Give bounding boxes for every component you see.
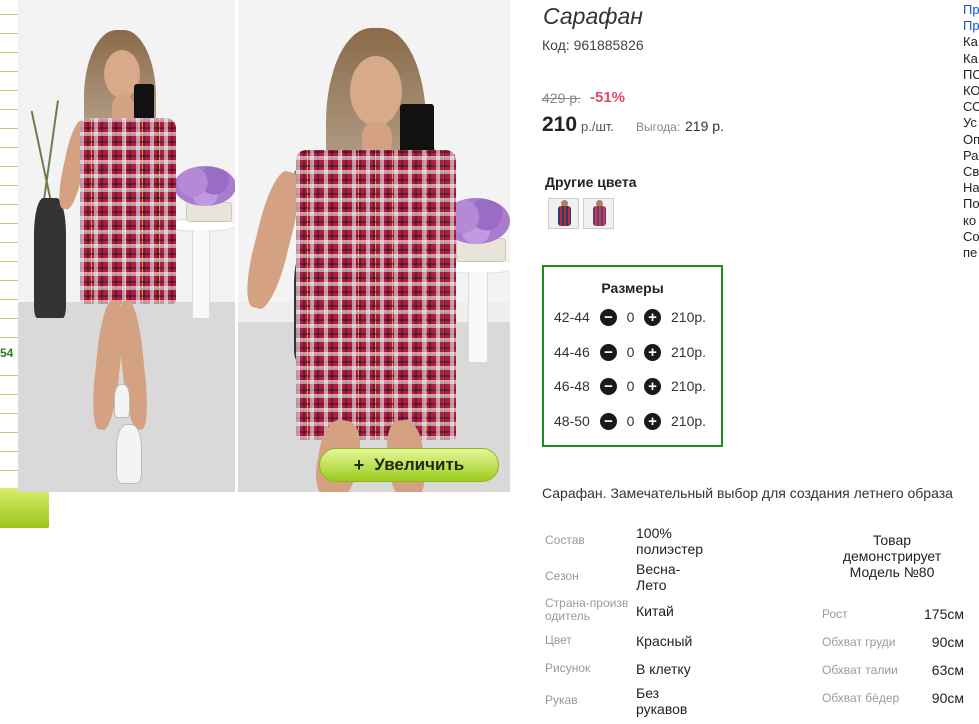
product-title: Сарафан [543,3,643,29]
size-label: 44-46 [554,344,590,360]
size-quantity: 0 [626,309,635,325]
right-sidebar-item: Св [963,164,979,180]
plus-icon[interactable]: + [644,377,661,395]
size-row: 48-50 − 0 + 210р. [554,411,706,431]
price-unit: р./шт. [581,119,615,134]
product-description: Сарафан. Замечательный выбор для создани… [542,485,953,501]
right-sidebar-link[interactable]: Пр [963,18,979,34]
sizes-panel: Размеры 42-44 − 0 + 210р. 44-46 − 0 + 21… [542,265,723,447]
product-photo-2[interactable] [238,0,510,492]
size-price: 210р. [671,413,707,429]
plus-icon[interactable]: + [644,412,661,430]
size-quantity: 0 [626,378,635,394]
other-colors-title: Другие цвета [545,174,637,190]
right-sidebar-item: Ус [963,115,977,131]
right-sidebar-item: Ка [963,50,978,66]
savings-value: 219 р. [685,118,724,134]
attr-label-sleeve: Рукав [545,693,578,707]
right-sidebar-item: КО [963,83,979,99]
size-label: 42-44 [554,309,590,325]
attr-value-pattern: В клетку [636,661,691,677]
size-price: 210р. [671,309,707,325]
size-label: 46-48 [554,378,590,394]
size-row: 44-46 − 0 + 210р. [554,342,706,362]
attr-label-pattern: Рисунок [545,661,591,675]
left-sidebar-strip [0,0,18,492]
attr-label-country: Страна-производитель [545,596,629,623]
color-swatch-2[interactable] [583,198,614,229]
measure-value-chest: 90см [931,634,964,650]
attr-label-season: Сезон [545,569,579,583]
measure-label-waist: Обхват талии [822,663,898,677]
measure-value-waist: 63см [931,662,964,678]
product-code: Код: 961885826 [542,37,644,53]
color-swatch-1[interactable] [548,198,579,229]
measure-label-hips: Обхват бёдер [822,691,900,705]
size-price: 210р. [671,344,707,360]
plus-icon[interactable]: + [644,343,661,361]
attr-value-country: Китай [636,603,674,619]
right-sidebar-item: пе [963,245,978,261]
size-price: 210р. [671,378,707,394]
current-price: 210 [542,113,578,136]
right-sidebar-link[interactable]: Пр [963,2,979,18]
attr-label-color: Цвет [545,633,572,647]
sizes-title: Размеры [601,280,664,296]
right-sidebar-item: ПО [963,66,979,82]
right-sidebar-item: На [963,180,979,196]
attr-value-sleeve: Без рукавов [636,685,688,717]
plus-icon: + [353,454,365,475]
size-row: 42-44 − 0 + 210р. [554,307,706,327]
right-sidebar-item: По [963,196,979,212]
right-sidebar-item: СО [963,99,979,115]
discount-badge: -51% [590,89,626,106]
measure-value-height: 175см [924,606,964,622]
measure-value-hips: 90см [931,690,964,706]
minus-icon[interactable]: − [600,343,617,361]
attr-value-season: Весна-Лето [636,561,681,593]
zoom-button-label: Увеличить [374,455,465,474]
left-green-button[interactable] [0,488,49,528]
minus-icon[interactable]: − [600,308,617,326]
right-sidebar-item: ко [963,212,977,228]
model-title: Товар демонстрирует Модель №80 [842,532,942,580]
attr-label-composition: Состав [545,533,585,547]
product-photo-1[interactable] [18,0,235,492]
right-sidebar-item: Со [963,228,979,244]
savings-label: Выгода: [636,120,681,134]
right-sidebar-item: Оп [963,131,979,147]
measure-label-height: Рост [822,607,848,621]
measure-label-chest: Обхват груди [822,635,896,649]
size-label: 48-50 [554,413,590,429]
minus-icon[interactable]: − [600,412,617,430]
left-partial-number: 54 [0,346,14,360]
attr-value-color: Красный [636,633,693,649]
product-code-value: 961885826 [573,37,644,53]
right-sidebar-list: Пр Пр Ка Ка ПО КО СО Ус Оп Ра Св На По к… [963,2,979,261]
size-quantity: 0 [626,413,635,429]
product-code-label: Код: [542,37,570,53]
size-quantity: 0 [626,344,635,360]
plus-icon[interactable]: + [644,308,661,326]
right-sidebar-item: Ра [963,147,979,163]
old-price: 429 р. [542,90,581,106]
minus-icon[interactable]: − [600,377,617,395]
size-row: 46-48 − 0 + 210р. [554,376,706,396]
right-sidebar-item: Ка [963,34,978,50]
zoom-button[interactable]: + Увеличить [319,448,499,482]
attr-value-composition: 100% полиэстер [636,525,704,557]
